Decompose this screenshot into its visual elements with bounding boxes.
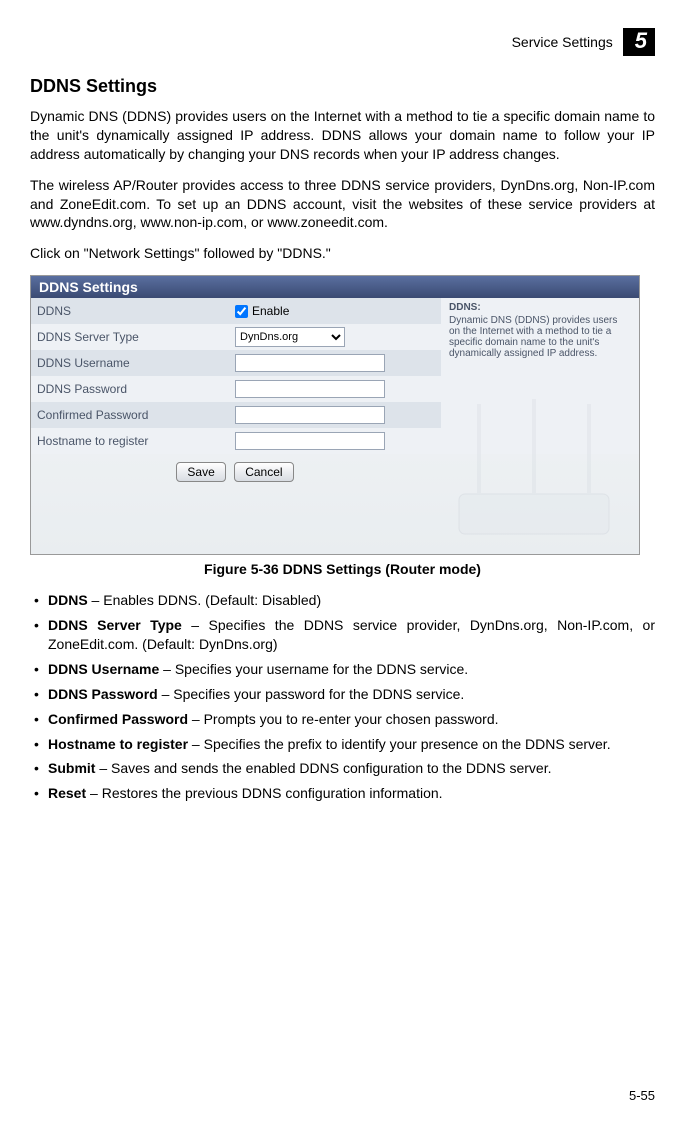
- list-item: DDNS Server Type – Specifies the DDNS se…: [30, 616, 655, 654]
- chapter-badge: 5: [623, 28, 655, 56]
- row-confirmed: Confirmed Password: [31, 402, 441, 428]
- input-hostname[interactable]: [235, 432, 385, 450]
- bullet-list: DDNS – Enables DDNS. (Default: Disabled)…: [30, 591, 655, 803]
- cancel-button[interactable]: Cancel: [234, 462, 293, 482]
- page-header: Service Settings 5: [30, 28, 655, 56]
- paragraph-intro-1: Dynamic DNS (DDNS) provides users on the…: [30, 107, 655, 164]
- row-server-type: DDNS Server Type DynDns.org: [31, 324, 441, 350]
- paragraph-instruction: Click on "Network Settings" followed by …: [30, 244, 655, 263]
- label-confirmed: Confirmed Password: [31, 408, 231, 422]
- figure-caption: Figure 5-36 DDNS Settings (Router mode): [30, 561, 655, 577]
- row-password: DDNS Password: [31, 376, 441, 402]
- label-enable: Enable: [252, 304, 289, 318]
- ddns-settings-screenshot: DDNS Settings DDNS Enable DDNS Server Ty…: [30, 275, 640, 555]
- list-item: DDNS Username – Specifies your username …: [30, 660, 655, 679]
- section-title: DDNS Settings: [30, 76, 655, 97]
- input-confirmed[interactable]: [235, 406, 385, 424]
- save-button[interactable]: Save: [176, 462, 225, 482]
- input-password[interactable]: [235, 380, 385, 398]
- list-item: Reset – Restores the previous DDNS confi…: [30, 784, 655, 803]
- label-password: DDNS Password: [31, 382, 231, 396]
- input-username[interactable]: [235, 354, 385, 372]
- list-item: Confirmed Password – Prompts you to re-e…: [30, 710, 655, 729]
- row-username: DDNS Username: [31, 350, 441, 376]
- label-ddns: DDNS: [31, 304, 231, 318]
- select-server-type[interactable]: DynDns.org: [235, 327, 345, 347]
- help-body: Dynamic DNS (DDNS) provides users on the…: [449, 315, 631, 359]
- help-panel: DDNS: Dynamic DNS (DDNS) provides users …: [441, 298, 639, 454]
- page-number: 5-55: [629, 1088, 655, 1103]
- row-hostname: Hostname to register: [31, 428, 441, 454]
- list-item: DDNS Password – Specifies your password …: [30, 685, 655, 704]
- list-item: Submit – Saves and sends the enabled DDN…: [30, 759, 655, 778]
- breadcrumb: Service Settings: [512, 34, 613, 50]
- label-username: DDNS Username: [31, 356, 231, 370]
- list-item: Hostname to register – Specifies the pre…: [30, 735, 655, 754]
- list-item: DDNS – Enables DDNS. (Default: Disabled): [30, 591, 655, 610]
- help-title: DDNS:: [449, 302, 631, 313]
- panel-title: DDNS Settings: [31, 276, 639, 298]
- paragraph-intro-2: The wireless AP/Router provides access t…: [30, 176, 655, 233]
- checkbox-enable[interactable]: [235, 305, 248, 318]
- label-server-type: DDNS Server Type: [31, 330, 231, 344]
- row-ddns: DDNS Enable: [31, 298, 441, 324]
- label-hostname: Hostname to register: [31, 434, 231, 448]
